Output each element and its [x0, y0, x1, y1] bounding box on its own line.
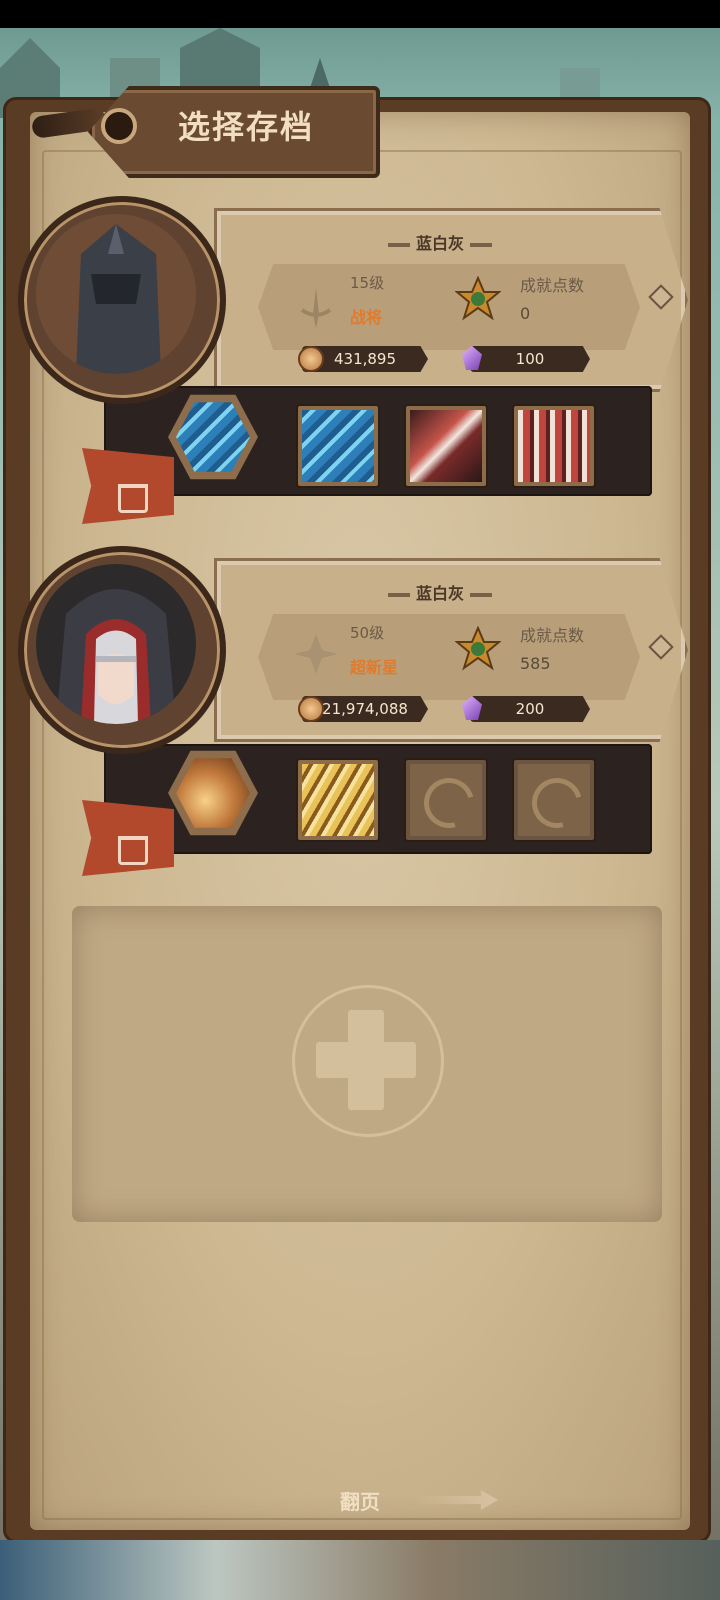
- page-turn-label[interactable]: 翻页: [330, 1486, 390, 1515]
- page-title: 选择存档: [177, 108, 314, 146]
- gem-value: 200: [515, 700, 545, 718]
- avatar-knight[interactable]: [36, 214, 196, 374]
- trash-icon: [118, 484, 148, 513]
- trash-icon: [118, 836, 148, 865]
- status-bar: [0, 0, 720, 28]
- slot-name: 蓝白灰: [380, 230, 500, 254]
- coin-icon: [298, 346, 324, 372]
- skill-slot-4-locked[interactable]: [514, 760, 594, 840]
- slot-level: 15级: [350, 274, 385, 292]
- skill-slot-4[interactable]: [514, 406, 594, 486]
- achievement-value: 585: [520, 654, 551, 673]
- achievement-label: 成就点数: [520, 626, 585, 645]
- skill-slot-2[interactable]: [298, 760, 378, 840]
- coin-icon: [298, 696, 324, 722]
- achievement-icon: [455, 276, 501, 321]
- gem-value: 100: [515, 350, 545, 368]
- tag-hole: [101, 108, 137, 144]
- sword-rank-icon: [300, 288, 332, 328]
- coin-value: 21,974,088: [322, 700, 408, 718]
- avatar-nun[interactable]: [36, 564, 196, 724]
- slot-rank: 战将: [350, 308, 383, 327]
- slot-level: 50级: [350, 624, 385, 642]
- skill-slot-2[interactable]: [298, 406, 378, 486]
- achievement-value: 0: [520, 304, 531, 323]
- background-bottom: [0, 1540, 720, 1600]
- gem-counter: 100: [470, 346, 590, 372]
- skill-slot-3[interactable]: [406, 406, 486, 486]
- slot-rank: 超新星: [350, 658, 399, 677]
- coin-value: 431,895: [333, 350, 397, 368]
- plus-icon-bar: [316, 1042, 416, 1078]
- star-rank-icon: [294, 634, 338, 674]
- achievement-label: 成就点数: [520, 276, 585, 295]
- skill-slot-3-locked[interactable]: [406, 760, 486, 840]
- gem-counter: 200: [470, 696, 590, 722]
- slot-name: 蓝白灰: [380, 580, 500, 604]
- achievement-icon: [455, 626, 501, 671]
